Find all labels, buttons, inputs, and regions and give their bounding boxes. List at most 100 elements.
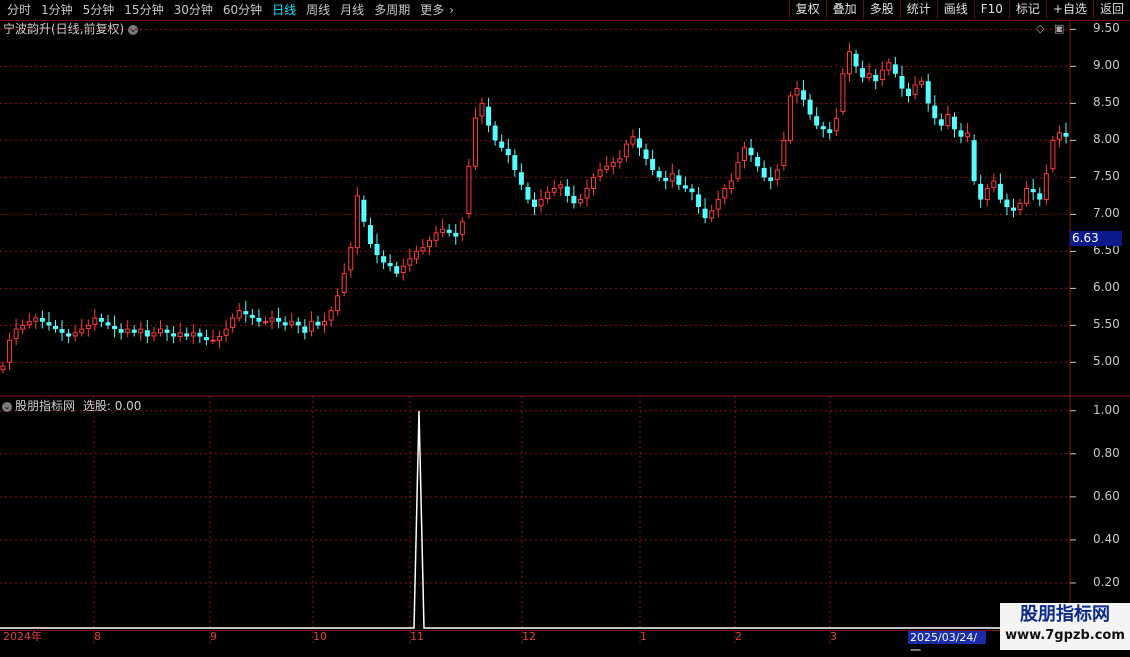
candle-body-up [420,247,426,252]
date-label: 8 [94,630,101,643]
candle-body-up [774,169,780,180]
side-edge-strip [1120,22,1130,392]
indicator-value: 选股: 0.00 [82,399,142,413]
candle-body-up [984,188,990,201]
indicator-line [0,410,1070,629]
candle-body-up [79,328,85,334]
candle-body-up [919,80,925,85]
candle-body-down [932,105,938,119]
watermark-title: 股朋指标网 [1020,604,1110,625]
candle-body-up [85,324,91,330]
candle-body-down [663,177,669,182]
watermark-url: www.7gpzb.com [1005,628,1125,643]
candle-body-up [157,328,163,334]
candle-body-down [971,140,977,182]
candle-body-down [52,325,58,330]
candle-body-up [1017,202,1023,211]
indicator-name: 股朋指标网 [15,399,76,413]
candle-body-up [886,62,892,71]
candle-body-down [748,147,754,156]
candle-body-down [505,148,511,156]
candle-body-down [302,326,308,333]
candle-body-up [223,328,229,336]
indicator-tick: 0.20 [1093,574,1120,589]
candle-body-up [591,176,597,189]
candle-body-down [571,195,577,204]
candle-body-down [768,177,774,182]
candle-body-down [1030,189,1036,193]
candle-body-down [112,325,118,330]
candle-body-down [282,322,288,326]
candle-body-up [794,88,800,96]
chevron-down-icon[interactable]: ⌄ [2,401,12,412]
price-tick: 5.50 [1093,317,1120,332]
candle-body-up [20,324,26,330]
candle-body-up [538,199,544,207]
candle-body-up [354,195,360,249]
candle-body-down [295,321,301,326]
date-label: 12 [522,630,536,643]
chart-canvas[interactable] [0,0,1130,650]
candle-body-up [177,332,183,337]
candle-body-down [814,116,820,126]
date-label: 10 [313,630,327,643]
candle-body-down [696,194,702,207]
candle-body-down [938,119,944,126]
candle-body-up [433,232,439,241]
candle-body-up [348,247,354,271]
candle-body-up [427,239,433,248]
candle-body-up [13,328,19,340]
candle-body-up [669,173,675,182]
candle-body-up [479,102,485,117]
date-label: 2024年 [3,630,42,643]
candle-body-down [682,185,688,189]
candle-body-down [315,321,321,326]
candle-body-up [577,199,583,204]
candle-body-down [1037,193,1043,200]
candle-body-down [564,186,570,196]
candle-body-up [715,199,721,210]
candle-body-up [440,228,446,233]
candle-body-up [308,321,314,332]
candle-body-up [617,158,623,163]
candle-body-up [26,321,32,326]
indicator-tick: 1.00 [1093,402,1120,417]
candle-body-down [702,208,708,219]
candle-body-up [630,136,636,145]
candle-body-up [1050,139,1056,170]
candle-body-up [236,310,242,319]
candle-body-down [131,329,137,333]
indicator-tick: 0.80 [1093,445,1120,460]
candle-body-down [512,155,518,170]
candle-body-down [499,141,505,148]
candle-body-up [269,317,275,322]
candle-body-down [1063,133,1069,137]
date-label: 9 [210,630,217,643]
candle-body-down [761,167,767,178]
candle-body-up [597,169,603,177]
candle-body-down [807,99,813,115]
indicator-tick: 0.60 [1093,488,1120,503]
candle-body-up [1043,173,1049,201]
candle-body-up [709,210,715,219]
candle-body-down [59,329,65,333]
candle-body-down [243,311,249,315]
candle-body-up [472,117,478,167]
candle-body-down [118,329,124,333]
price-tick: 8.00 [1093,132,1120,147]
candle-body-up [787,95,793,141]
candle-body-down [873,74,879,82]
candle-body-down [184,333,190,337]
price-tick: 9.00 [1093,58,1120,73]
candle-body-down [367,225,373,244]
candle-body-down [906,88,912,96]
candle-body-down [801,90,807,100]
watermark: 股朋指标网 www.7gpzb.com [1000,603,1130,650]
candle-body-up [322,321,328,326]
indicator-title: ⌄ 股朋指标网 选股: 0.00 [2,398,141,414]
candle-body-up [151,332,157,337]
candle-body-up [328,310,334,321]
candle-body-down [144,330,150,337]
candle-body-up [558,184,564,189]
price-tick: 8.50 [1093,95,1120,110]
